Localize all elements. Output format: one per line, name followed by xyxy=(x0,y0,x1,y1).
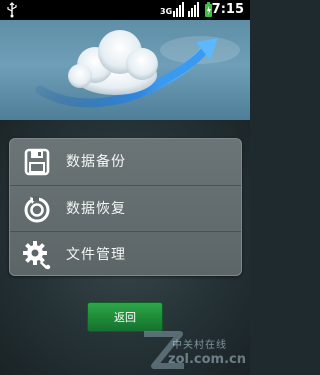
cloud-sync-illustration xyxy=(35,30,240,108)
status-time: 7:15 xyxy=(211,2,244,17)
save-disk-icon xyxy=(24,148,50,176)
menu-item-label: 数据备份 xyxy=(66,154,126,170)
menu-card: 数据备份 数据恢复 文件管理 xyxy=(9,138,242,276)
network-type-label: 3G xyxy=(160,7,172,16)
menu-item-label: 文件管理 xyxy=(66,247,126,263)
usb-icon xyxy=(7,2,17,18)
cloud-icon xyxy=(68,30,158,95)
settings-gear-icon xyxy=(23,241,51,270)
menu-item-label: 数据恢复 xyxy=(66,201,126,217)
signal-icon: 3G xyxy=(160,2,212,17)
menu-item-backup[interactable]: 数据备份 xyxy=(10,139,241,185)
menu-item-restore[interactable]: 数据恢复 xyxy=(10,185,241,231)
restore-icon xyxy=(24,196,50,223)
watermark-text-en: zol.com.cn xyxy=(168,352,246,367)
hero-banner xyxy=(0,20,250,120)
watermark-text-cn: 中关村在线 xyxy=(172,340,227,351)
status-bar: 3G 7:15 xyxy=(0,0,250,20)
menu-item-file-manager[interactable]: 文件管理 xyxy=(10,231,241,275)
